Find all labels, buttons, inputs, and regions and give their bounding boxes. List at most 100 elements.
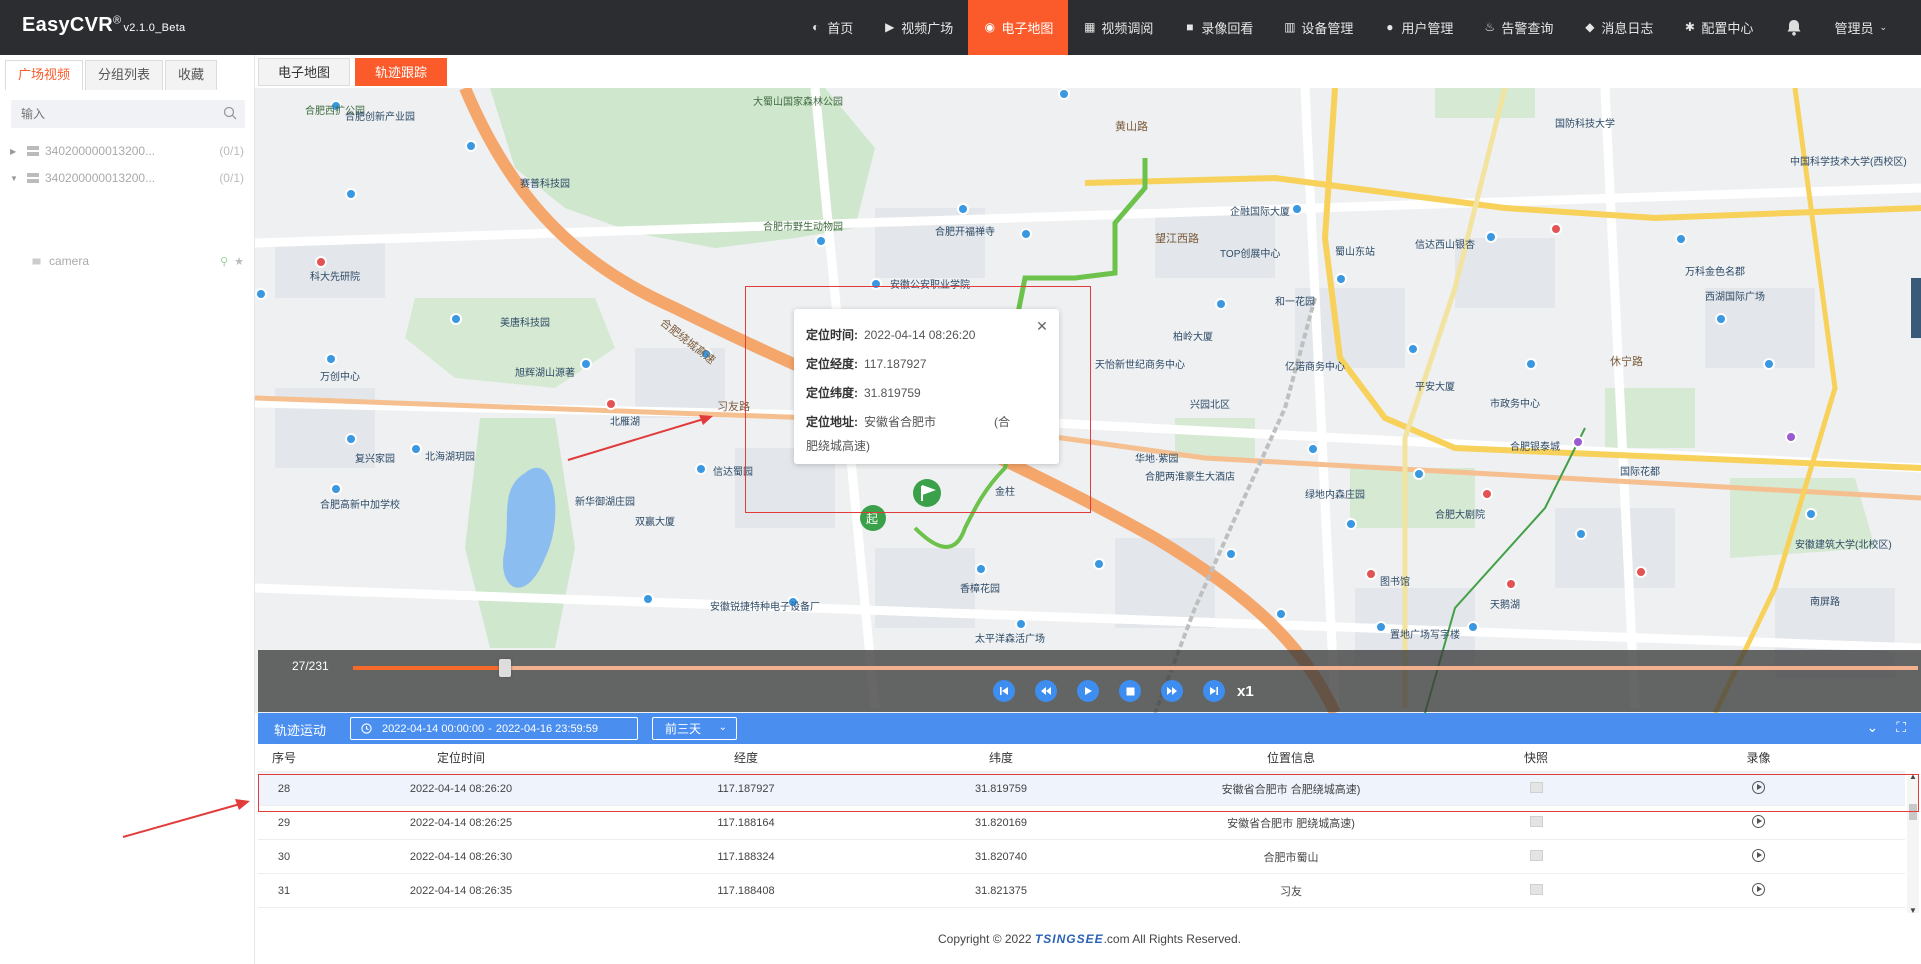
location-person-icon[interactable]: ⚲ [220, 255, 228, 268]
snapshot-thumbnail-icon[interactable] [1529, 883, 1543, 895]
track-progress-knob[interactable] [498, 659, 511, 677]
map-poi-icon[interactable] [1345, 518, 1357, 530]
map-poi-icon[interactable] [1407, 343, 1419, 355]
cell-snapshot[interactable] [1456, 815, 1616, 830]
tab-track[interactable]: 轨迹跟踪 [355, 58, 448, 86]
nav-device-mgmt[interactable]: ▥ 设备管理 [1268, 0, 1368, 55]
map-poi-icon[interactable] [1375, 621, 1387, 633]
map-poi-icon[interactable] [1467, 621, 1479, 633]
map-poi-icon[interactable] [1481, 488, 1493, 500]
map-poi-icon[interactable] [975, 563, 987, 575]
collapse-icon[interactable]: ⌄ [1866, 719, 1878, 736]
map-poi-icon[interactable] [345, 433, 357, 445]
tab-square-video[interactable]: 广场视频 [5, 60, 84, 90]
snapshot-thumbnail-icon[interactable] [1529, 815, 1543, 827]
map-poi-icon[interactable] [1225, 548, 1237, 560]
map-poi-icon[interactable] [1015, 618, 1027, 630]
tab-group-list[interactable]: 分组列表 [85, 60, 164, 90]
play-button[interactable] [1077, 680, 1099, 702]
map-poi-icon[interactable] [465, 140, 477, 152]
close-icon[interactable]: ✕ [1035, 319, 1049, 333]
map-poi-icon[interactable] [255, 288, 267, 300]
map-poi-icon[interactable] [1215, 298, 1227, 310]
scroll-down-icon[interactable]: ▼ [1909, 906, 1917, 915]
map-poi-icon[interactable] [1413, 468, 1425, 480]
cell-snapshot[interactable] [1456, 883, 1616, 898]
map-poi-icon[interactable] [1485, 231, 1497, 243]
map-poi-icon[interactable] [1550, 223, 1562, 235]
map-poi-icon[interactable] [315, 256, 327, 268]
map-poi-icon[interactable] [410, 443, 422, 455]
map-poi-icon[interactable] [1275, 608, 1287, 620]
brand-logo[interactable]: EasyCVR®v2.1.0_Beta [22, 14, 185, 37]
cell-snapshot[interactable] [1456, 849, 1616, 864]
map-poi-icon[interactable] [605, 398, 617, 410]
date-range-picker[interactable]: 2022-04-14 00:00:00-2022-04-16 23:59:59 [350, 717, 638, 740]
nav-alarm-query[interactable]: ♨ 告警查询 [1468, 0, 1568, 55]
map-poi-icon[interactable] [957, 203, 969, 215]
map-poi-icon[interactable] [1763, 358, 1775, 370]
preset-range-select[interactable]: 前三天 ⌄ [652, 717, 737, 740]
stop-button[interactable] [1119, 680, 1141, 702]
map-poi-icon[interactable] [450, 313, 462, 325]
map-poi-icon[interactable] [1307, 443, 1319, 455]
map-poi-icon[interactable] [1805, 508, 1817, 520]
notification-button[interactable] [1768, 0, 1820, 55]
map-poi-icon[interactable] [330, 483, 342, 495]
tab-emap[interactable]: 电子地图 [258, 58, 351, 86]
map-poi-icon[interactable] [580, 358, 592, 370]
user-menu[interactable]: 管理员 ⌄ [1820, 0, 1921, 55]
map-poi-icon[interactable] [642, 593, 654, 605]
track-progress-bar[interactable] [353, 659, 1918, 677]
caret-right-icon[interactable]: ▶ [10, 147, 20, 156]
caret-down-icon[interactable]: ▼ [10, 174, 20, 183]
map-poi-icon[interactable] [1291, 203, 1303, 215]
map-poi-icon[interactable] [1093, 558, 1105, 570]
map-poi-icon[interactable] [325, 353, 337, 365]
search-icon[interactable] [223, 106, 237, 120]
skip-start-button[interactable] [993, 680, 1015, 702]
skip-end-button[interactable] [1203, 680, 1225, 702]
table-row[interactable]: 30 2022-04-14 08:26:30 117.188324 31.820… [258, 840, 1905, 874]
cell-record[interactable] [1616, 882, 1901, 899]
snapshot-thumbnail-icon[interactable] [1529, 849, 1543, 861]
map-poi-icon[interactable] [1525, 358, 1537, 370]
map-poi-icon[interactable] [815, 235, 827, 247]
fast-forward-button[interactable] [1161, 680, 1183, 702]
map-poi-icon[interactable] [1020, 228, 1032, 240]
rewind-button[interactable] [1035, 680, 1057, 702]
map-poi-icon[interactable] [1335, 273, 1347, 285]
play-circle-icon[interactable] [1752, 882, 1765, 896]
map-poi-icon[interactable] [1365, 568, 1377, 580]
nav-home[interactable]: ◐ 首页 [794, 0, 868, 55]
cell-record[interactable] [1616, 848, 1901, 865]
map-poi-icon[interactable] [695, 463, 707, 475]
map-poi-icon[interactable] [1715, 313, 1727, 325]
star-icon[interactable]: ★ [234, 255, 244, 268]
nav-video-review[interactable]: ▦ 视频调阅 [1068, 0, 1168, 55]
map-poi-icon[interactable] [1572, 436, 1584, 448]
playback-speed[interactable]: x1 [1237, 683, 1254, 700]
tab-favorites[interactable]: 收藏 [165, 60, 218, 90]
nav-config-center[interactable]: ✱ 配置中心 [1668, 0, 1768, 55]
play-circle-icon[interactable] [1752, 848, 1765, 862]
tree-node-device-1[interactable]: ▶ 340200000013200... (0/1) [10, 141, 250, 161]
nav-user-mgmt[interactable]: ● 用户管理 [1368, 0, 1468, 55]
map-poi-icon[interactable] [1635, 566, 1647, 578]
nav-recording[interactable]: ■ 录像回看 [1168, 0, 1268, 55]
table-row[interactable]: 31 2022-04-14 08:26:35 117.188408 31.821… [258, 874, 1905, 908]
map-poi-icon[interactable] [1785, 431, 1797, 443]
tree-node-camera[interactable]: camera ⚲ ★ [32, 251, 248, 271]
map-poi-icon[interactable] [1675, 233, 1687, 245]
cell-record[interactable] [1616, 814, 1901, 831]
map-poi-icon[interactable] [1575, 528, 1587, 540]
play-circle-icon[interactable] [1752, 814, 1765, 828]
map-poi-icon[interactable] [1058, 88, 1070, 100]
fullscreen-icon[interactable]: ⛶ [1896, 719, 1906, 736]
nav-message-log[interactable]: ◆ 消息日志 [1568, 0, 1668, 55]
map-poi-icon[interactable] [345, 188, 357, 200]
device-search-input[interactable] [11, 100, 211, 128]
nav-emap[interactable]: ◉ 电子地图 [968, 0, 1069, 55]
tree-node-device-2[interactable]: ▼ 340200000013200... (0/1) [10, 168, 250, 188]
map-poi-icon[interactable] [1505, 578, 1517, 590]
